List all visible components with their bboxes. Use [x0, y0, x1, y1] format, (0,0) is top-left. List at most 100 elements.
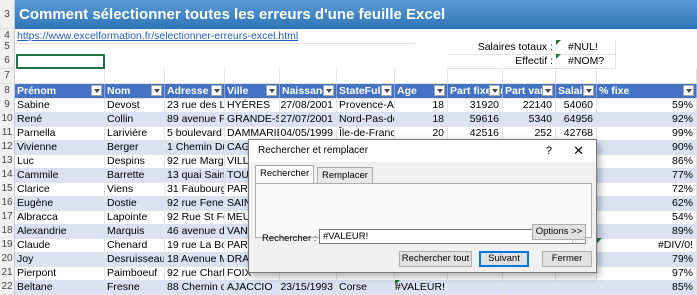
table-cell[interactable]: 77%	[597, 168, 697, 183]
table-cell[interactable]: Claude	[15, 238, 105, 253]
empty-cell[interactable]	[337, 69, 395, 84]
table-cell[interactable]: Nord-Pas-de	[337, 112, 395, 127]
column-header[interactable]: Adresse	[165, 84, 225, 99]
find-next-button[interactable]: Suivant	[479, 251, 529, 267]
column-header[interactable]: Salaire to	[556, 84, 597, 99]
row-number[interactable]: 18	[0, 224, 15, 239]
table-cell[interactable]: 72%	[597, 182, 697, 197]
filter-dropdown-icon[interactable]	[91, 85, 102, 96]
filter-dropdown-icon[interactable]	[151, 85, 162, 96]
table-cell[interactable]: 18	[395, 98, 448, 113]
empty-cell[interactable]	[395, 69, 448, 84]
table-cell[interactable]: Larivière	[105, 126, 165, 141]
table-cell[interactable]: Chenard	[105, 238, 165, 253]
table-cell[interactable]: René	[15, 112, 105, 127]
row-number[interactable]: 15	[0, 182, 15, 197]
table-cell[interactable]: GRANDE-SYN	[225, 112, 280, 127]
table-cell[interactable]: Parnella	[15, 126, 105, 141]
options-button[interactable]: Options >>	[532, 224, 586, 240]
filter-dropdown-icon[interactable]	[211, 85, 222, 96]
empty-cell[interactable]	[280, 69, 337, 84]
empty-cell[interactable]	[165, 69, 225, 84]
table-cell[interactable]: 27/08/2001	[280, 98, 337, 113]
row-number[interactable]: 9	[0, 98, 15, 113]
filter-dropdown-icon[interactable]	[381, 85, 392, 96]
row-number[interactable]: 20	[0, 252, 15, 267]
table-cell[interactable]: 59%	[597, 98, 697, 113]
table-cell[interactable]: Devost	[105, 98, 165, 113]
table-cell[interactable]: 86%	[597, 154, 697, 169]
column-header[interactable]: Part varia	[503, 84, 556, 99]
table-cell[interactable]: 18	[395, 112, 448, 127]
table-cell[interactable]: 22140	[503, 98, 556, 113]
filter-dropdown-icon[interactable]	[323, 85, 334, 96]
table-cell[interactable]: 99%	[597, 126, 697, 141]
table-cell[interactable]: 92 rue Charle	[165, 266, 225, 281]
table-cell[interactable]: 19 rue La Boé	[165, 238, 225, 253]
filter-dropdown-icon[interactable]	[434, 85, 445, 96]
tab-replace[interactable]: Remplacer	[317, 167, 373, 183]
table-cell[interactable]: 97%	[597, 266, 697, 281]
table-cell[interactable]	[503, 280, 556, 295]
table-cell[interactable]: 18 Avenue Mi	[165, 252, 225, 267]
table-cell[interactable]: 59616	[448, 112, 503, 127]
table-cell[interactable]: Corse	[337, 280, 395, 295]
table-cell[interactable]: 13 quai Saint-	[165, 168, 225, 183]
empty-cell[interactable]	[15, 69, 105, 84]
column-header[interactable]: Nom	[105, 84, 165, 99]
effectif-value[interactable]: #NOM?	[556, 54, 616, 69]
table-cell[interactable]: 64956	[556, 112, 597, 127]
table-cell[interactable]: Pierpont	[15, 266, 105, 281]
table-cell[interactable]: Joy	[15, 252, 105, 267]
table-cell[interactable]: Desruisseaux	[105, 252, 165, 267]
table-cell[interactable]: Albracca	[15, 210, 105, 225]
table-cell[interactable]	[448, 280, 503, 295]
row-number[interactable]: 3	[0, 0, 15, 29]
table-cell[interactable]: Cammile	[15, 168, 105, 183]
filter-dropdown-icon[interactable]	[542, 85, 553, 96]
row-number[interactable]: 14	[0, 168, 15, 183]
table-cell[interactable]: 90%	[597, 140, 697, 155]
row-number[interactable]: 7	[0, 69, 15, 84]
table-cell[interactable]: 92%	[597, 112, 697, 127]
close-icon[interactable]: ✕	[573, 140, 584, 162]
table-cell[interactable]: Paimboeuf	[105, 266, 165, 281]
table-cell[interactable]: #DIV/0!	[597, 238, 697, 253]
table-cell[interactable]: Beltane	[15, 280, 105, 295]
table-cell[interactable]: 54%	[597, 210, 697, 225]
table-cell[interactable]: 46 avenue de	[165, 224, 225, 239]
table-cell[interactable]: Vivienne	[15, 140, 105, 155]
row-number[interactable]: 8	[0, 84, 15, 99]
row-number[interactable]: 19	[0, 238, 15, 253]
table-cell[interactable]: 85%	[597, 280, 697, 295]
table-cell[interactable]: 5 boulevard B	[165, 126, 225, 141]
salaires-value[interactable]: #NUL!	[556, 40, 616, 55]
table-cell[interactable]: Collin	[105, 112, 165, 127]
column-header[interactable]: % fixe	[597, 84, 697, 99]
table-cell[interactable]: 23 rue des Lac	[165, 98, 225, 113]
table-cell[interactable]: 31920	[448, 98, 503, 113]
table-cell[interactable]: 27/07/2001	[280, 112, 337, 127]
table-cell[interactable]: Barrette	[105, 168, 165, 183]
row-number[interactable]: 10	[0, 112, 15, 127]
row-number[interactable]: 13	[0, 154, 15, 169]
empty-cell[interactable]	[105, 69, 165, 84]
row-number[interactable]: 16	[0, 196, 15, 211]
filter-dropdown-icon[interactable]	[683, 85, 694, 96]
empty-cell[interactable]	[556, 69, 597, 84]
table-cell[interactable]: Clarice	[15, 182, 105, 197]
empty-cell[interactable]	[597, 69, 697, 84]
table-cell[interactable]: Marquis	[105, 224, 165, 239]
table-cell[interactable]: 5340	[503, 112, 556, 127]
table-cell[interactable]: HYÈRES	[225, 98, 280, 113]
table-cell[interactable]: Despins	[105, 154, 165, 169]
table-cell[interactable]: 89 avenue Fer	[165, 112, 225, 127]
table-cell[interactable]: Luc	[15, 154, 105, 169]
table-cell[interactable]: 88 Chemin de	[165, 280, 225, 295]
row-number[interactable]: 22	[0, 280, 15, 295]
column-header[interactable]: Naissance	[280, 84, 337, 99]
filter-dropdown-icon[interactable]	[489, 85, 500, 96]
column-header[interactable]: Part fixe an	[448, 84, 503, 99]
column-header[interactable]: Age	[395, 84, 448, 99]
tab-find[interactable]: Rechercher	[255, 165, 315, 183]
